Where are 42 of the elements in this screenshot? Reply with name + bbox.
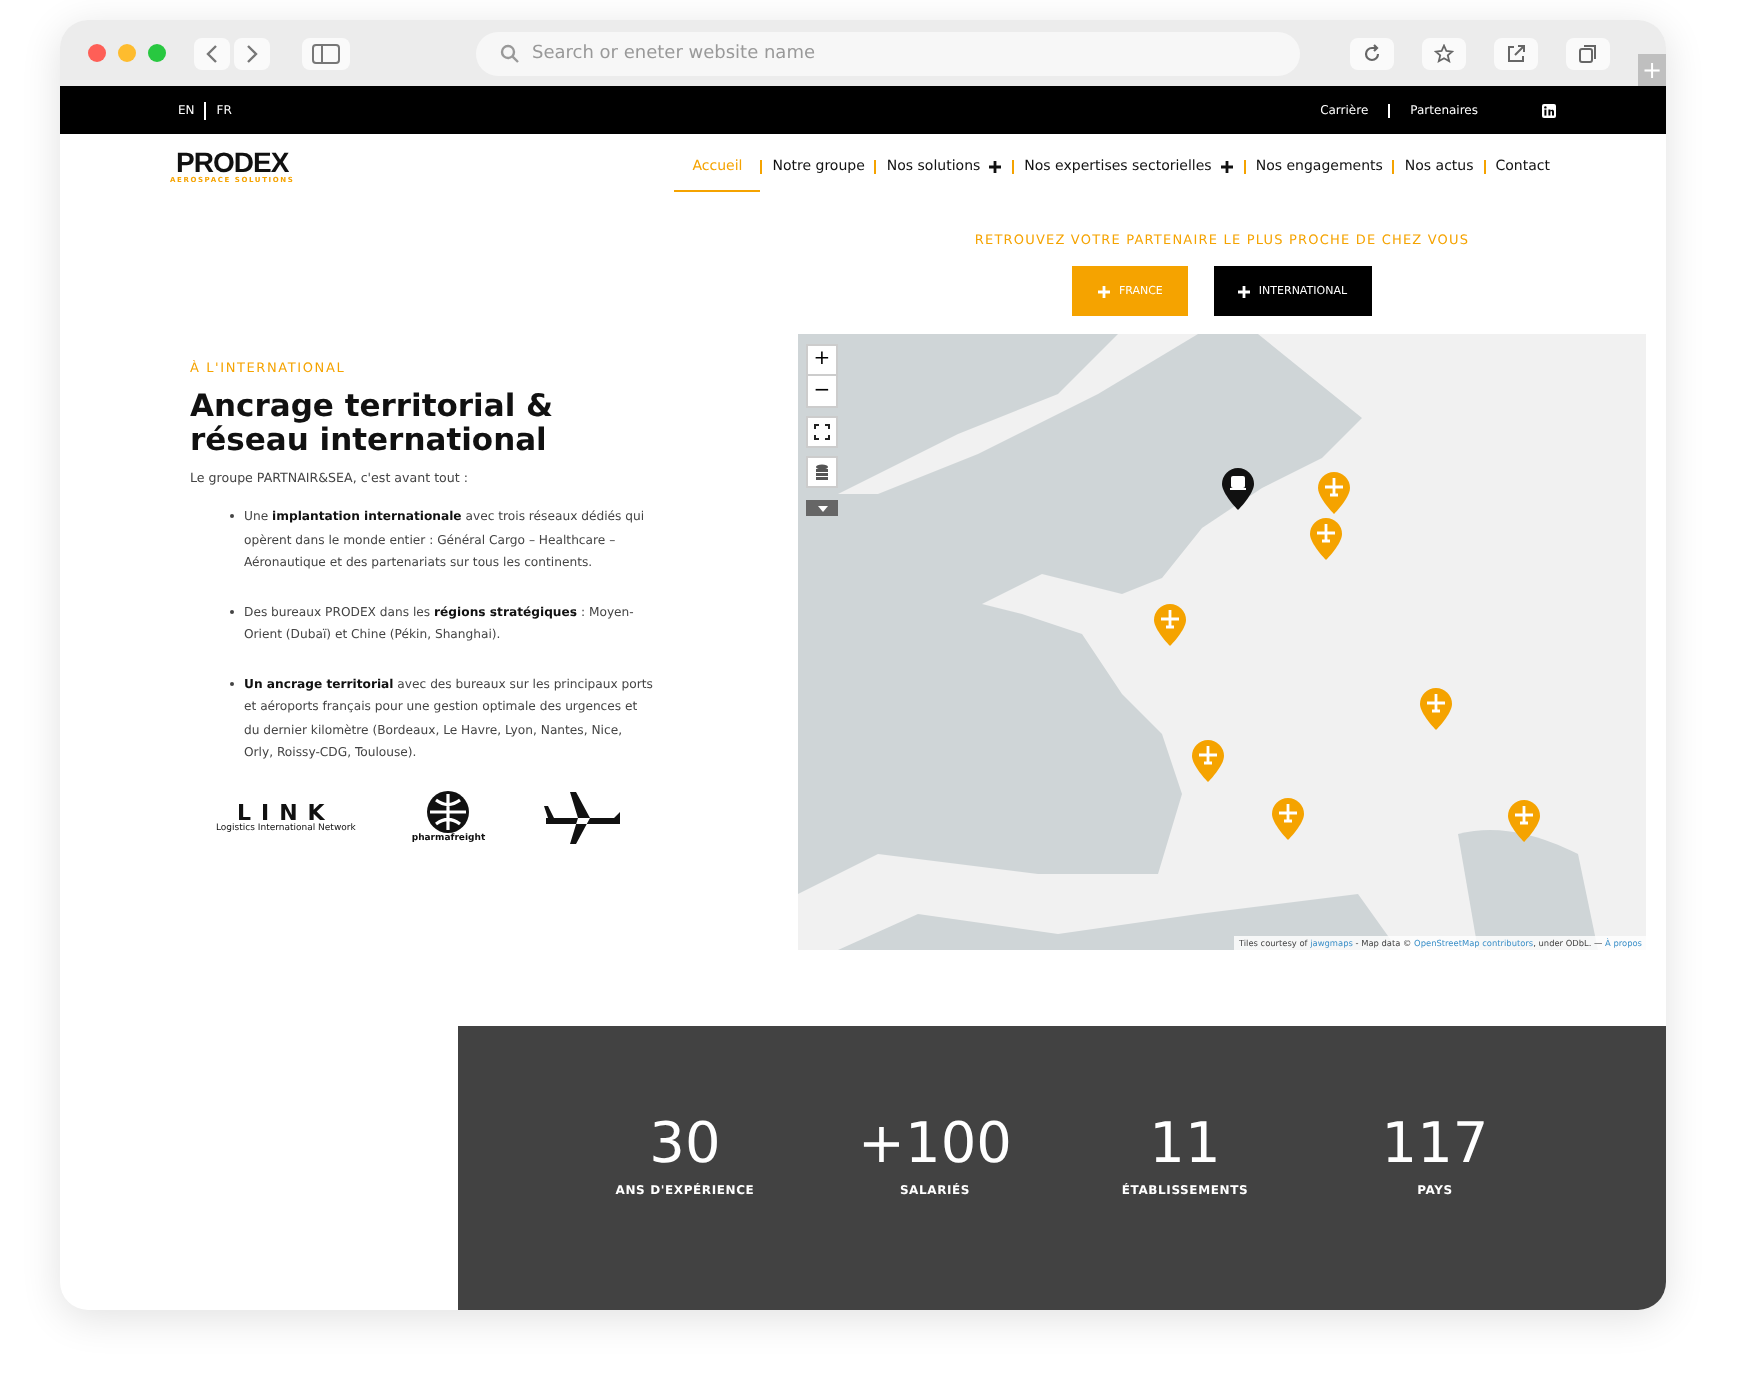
forward-button[interactable] [234,37,270,69]
back-button[interactable] [194,37,230,69]
reload-icon [1362,43,1382,63]
airplane-pin-icon[interactable] [1154,604,1186,646]
star-icon [1434,43,1454,63]
chevron-right-icon [244,43,260,63]
share-icon [1506,43,1526,63]
stat-value: 30 [649,1111,721,1175]
airplane-pin-icon[interactable] [1272,798,1304,840]
layers-button[interactable] [806,456,838,488]
tabs-icon [1578,43,1598,63]
menu-button[interactable] [806,500,838,516]
airplane-pin-icon[interactable] [1318,472,1350,514]
zoom-out-button[interactable]: − [806,376,838,408]
share-button[interactable] [1494,37,1538,69]
address-field[interactable]: Search or eneter website name [532,43,1300,63]
fullscreen-icon [814,424,830,440]
airplane-pin-icon[interactable] [1420,688,1452,730]
chevron-left-icon [204,43,220,63]
airplane-pin-icon[interactable] [1508,800,1540,842]
sidebar-icon [312,43,340,63]
plus-icon [1098,285,1111,297]
fullscreen-button[interactable] [806,416,838,448]
address-bar[interactable]: Search or eneter website name [476,31,1300,75]
plus-icon [1238,285,1251,297]
sidebar-button[interactable] [302,37,350,69]
airplane-pin-icon[interactable] [1192,740,1224,782]
layers-icon [816,464,828,480]
bookmark-button[interactable] [1422,37,1466,69]
section-title: Ancrage territorial & réseau international [190,390,556,458]
close-icon[interactable] [88,44,106,62]
airplane-pin-icon[interactable] [1310,518,1342,560]
reload-button[interactable] [1350,37,1394,69]
search-icon [500,43,520,63]
linkedin-icon[interactable] [1542,103,1556,117]
stat-value: 117 [1381,1111,1489,1175]
zoom-in-button[interactable]: + [806,344,838,376]
tabs-button[interactable] [1566,37,1610,69]
airplane-logo-icon [541,787,622,847]
stat-value: 11 [1149,1111,1221,1175]
caret-icon [817,505,827,511]
stat-value: +100 [858,1111,1012,1175]
